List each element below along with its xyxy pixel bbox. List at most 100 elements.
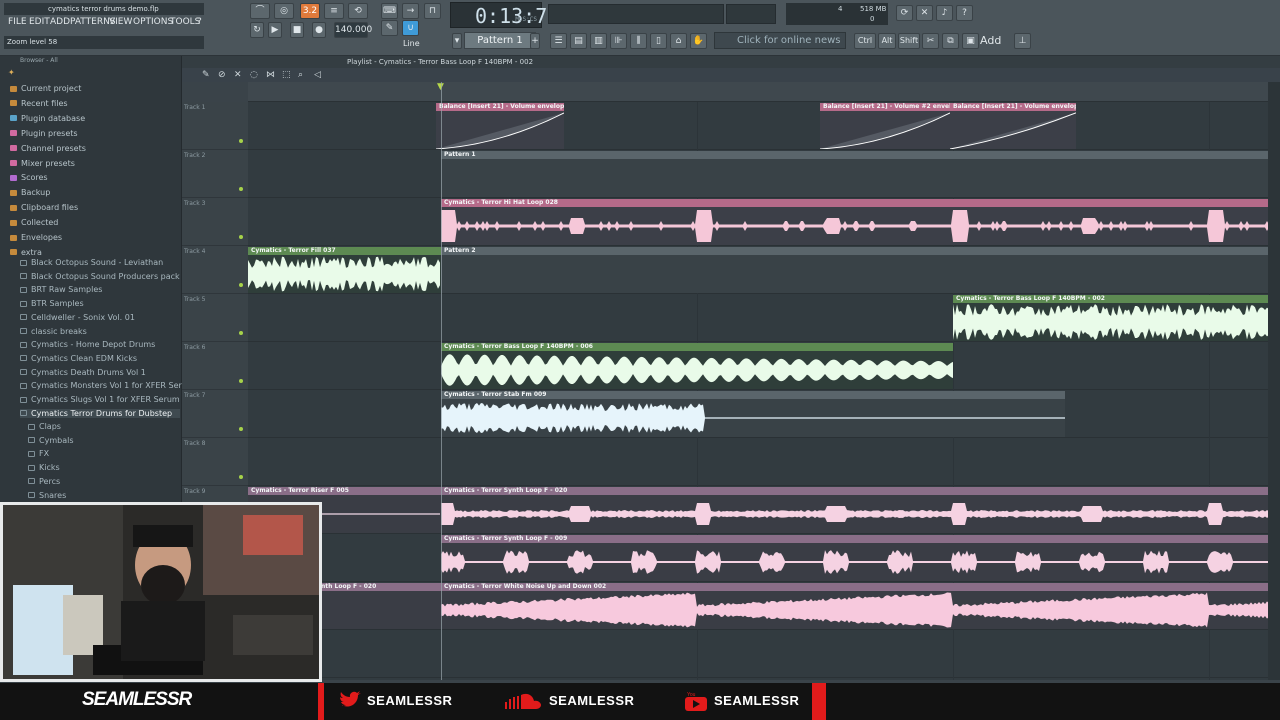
browser-item[interactable]: extra xyxy=(10,248,42,257)
browser-folder-item[interactable]: Black Octopus Sound - Leviathan xyxy=(20,258,163,267)
countdown-icon[interactable]: 3.2 xyxy=(300,3,320,19)
track-header[interactable]: Track 8 xyxy=(182,438,248,486)
browser-folder-item[interactable]: Celldweller - Sonix Vol. 01 xyxy=(20,313,135,322)
blend-icon[interactable]: ≡ xyxy=(324,3,344,19)
snap-select[interactable]: Line xyxy=(403,39,420,48)
clip-label[interactable]: Balance [Insert 21] - Volume envelope xyxy=(436,103,564,111)
browser-folder-item[interactable]: Cymatics - Home Depot Drums xyxy=(20,340,155,349)
wait-icon[interactable]: ◎ xyxy=(274,3,294,19)
browser-star-icon[interactable]: ✦ xyxy=(8,68,18,77)
playlist-clip[interactable]: Cymatics - Terror Stab Fm 009 xyxy=(441,391,1065,437)
playlist-clip[interactable]: Pattern 1 xyxy=(441,151,1268,197)
pattern-selector[interactable]: Pattern 1 xyxy=(464,32,536,49)
magnet-icon[interactable]: ∪ xyxy=(402,20,419,36)
browser-folder-item[interactable]: classic breaks xyxy=(20,327,87,336)
browser-folder-item[interactable]: BRT Raw Samples xyxy=(20,285,102,294)
save-icon[interactable]: ⊓ xyxy=(424,3,441,19)
menu-add[interactable]: ADD xyxy=(50,17,70,27)
menu-edit[interactable]: EDIT xyxy=(29,17,50,27)
shift-key[interactable]: Shift xyxy=(898,33,920,49)
track-header[interactable]: Track 4 xyxy=(182,246,248,294)
mic-icon[interactable]: ♪ xyxy=(936,5,953,21)
clip-label[interactable]: Cymatics - Terror Bass Loop F 140BPM - 0… xyxy=(441,343,953,351)
step-edit-icon[interactable]: → xyxy=(402,3,419,19)
browser-folder-item[interactable]: Black Octopus Sound Producers pack xyxy=(20,272,180,281)
menu-options[interactable]: OPTIONS xyxy=(133,17,173,27)
playlist-clip[interactable]: Pattern 2 xyxy=(441,247,1268,293)
clip-label[interactable]: Pattern 1 xyxy=(441,151,1268,159)
browser-item[interactable]: Collected xyxy=(10,218,58,227)
menu-help[interactable]: ? xyxy=(197,17,202,27)
browser-folder-item[interactable]: Cymatics Terror Drums for Dubstep xyxy=(20,408,180,418)
pencil-icon[interactable]: ✎ xyxy=(202,70,212,80)
clip-label[interactable]: Cymatics - Terror Synth Loop F - 020 xyxy=(441,487,1268,495)
playhead-marker-icon[interactable]: ▼ xyxy=(437,82,447,92)
piano-roll-icon[interactable]: ▤ xyxy=(570,33,587,49)
track-header[interactable]: Track 6 xyxy=(182,342,248,390)
soundcloud-handle[interactable]: SEAMLESSR xyxy=(549,693,634,708)
cut-icon[interactable]: ✂ xyxy=(922,33,939,49)
playlist-clip[interactable]: Balance [Insert 21] - Volume envelope xyxy=(950,103,1076,149)
loop-record-icon[interactable]: ⟲ xyxy=(348,3,368,19)
playlist-icon[interactable]: ☰ xyxy=(550,33,567,49)
playlist-clip[interactable]: Cymatics - Terror Synth Loop F - 009 xyxy=(441,535,1268,581)
browser-subfolder-item[interactable]: Kicks xyxy=(28,463,60,472)
pattern-song-toggle[interactable]: ↻ xyxy=(250,22,264,38)
clip-label[interactable]: Cymatics - Terror Riser F 005 xyxy=(248,487,441,495)
track-lane[interactable] xyxy=(248,438,1268,486)
reload-icon[interactable]: ⟳ xyxy=(896,5,913,21)
playlist-clip[interactable]: Balance [Insert 21] - Volume #2 envelope xyxy=(820,103,950,149)
record-button[interactable]: ● xyxy=(312,22,326,38)
track-active-indicator[interactable] xyxy=(239,283,243,287)
track-active-indicator[interactable] xyxy=(239,379,243,383)
browser-folder-item[interactable]: BTR Samples xyxy=(20,299,84,308)
playlist-clip[interactable]: Cymatics - Terror White Noise Up and Dow… xyxy=(441,583,1268,629)
browser-item[interactable]: Scores xyxy=(10,173,48,182)
delete-icon[interactable]: ✕ xyxy=(234,70,244,80)
select-icon[interactable]: ⬚ xyxy=(282,70,292,80)
snap-tool-icon[interactable]: ⊥ xyxy=(1014,33,1031,49)
browser-icon[interactable]: ▯ xyxy=(650,33,667,49)
playlist-lanes[interactable]: Balance [Insert 21] - Volume envelope Bal… xyxy=(248,102,1268,680)
plugin-picker-icon[interactable]: ⌂ xyxy=(670,33,687,49)
browser-subfolder-item[interactable]: Cymbals xyxy=(28,436,73,445)
playlist-clip[interactable]: nth Loop F - 020 xyxy=(318,583,441,629)
browser-item[interactable]: Current project xyxy=(10,84,81,93)
twitter-handle[interactable]: SEAMLESSR xyxy=(367,693,452,708)
mixer-icon[interactable]: ⊪ xyxy=(610,33,627,49)
track-active-indicator[interactable] xyxy=(239,331,243,335)
clip-label[interactable]: nth Loop F - 020 xyxy=(318,583,441,591)
mute-icon[interactable]: ◌ xyxy=(250,70,260,80)
clip-label[interactable]: Cymatics - Terror Stab Fm 009 xyxy=(441,391,1065,399)
browser-item[interactable]: Plugin database xyxy=(10,114,85,123)
browser-item[interactable]: Mixer presets xyxy=(10,159,75,168)
typing-keyboard-icon[interactable]: ⌨ xyxy=(381,3,398,19)
add-menu[interactable]: Add xyxy=(980,34,1001,47)
playlist-clip[interactable]: Cymatics - Terror Bass Loop F 140BPM - 0… xyxy=(953,295,1268,341)
playlist-clip[interactable]: Cymatics - Terror Hi Hat Loop 028 xyxy=(441,199,1268,245)
track-lane[interactable] xyxy=(248,630,1268,678)
clip-label[interactable]: Cymatics - Terror Fill 037 xyxy=(248,247,441,255)
browser-subfolder-item[interactable]: Percs xyxy=(28,477,60,486)
track-header[interactable]: Track 7 xyxy=(182,390,248,438)
touch-icon[interactable]: ✋ xyxy=(690,33,707,49)
tempo-display[interactable]: 140.000 xyxy=(334,22,372,38)
clip-label[interactable]: Cymatics - Terror Bass Loop F 140BPM - 0… xyxy=(953,295,1268,303)
settings-icon[interactable]: ✕ xyxy=(916,5,933,21)
playlist-clip[interactable]: Cymatics - Terror Synth Loop F - 020 xyxy=(441,487,1268,533)
mixer-faders-icon[interactable]: ⫼ xyxy=(630,33,647,49)
browser-subfolder-item[interactable]: Claps xyxy=(28,422,61,431)
brush-icon[interactable]: ⊘ xyxy=(218,70,228,80)
playlist-clip[interactable]: Balance [Insert 21] - Volume envelope xyxy=(436,103,564,149)
vertical-scrollbar[interactable] xyxy=(1268,82,1280,680)
online-news[interactable]: Click for online news xyxy=(714,32,846,49)
track-active-indicator[interactable] xyxy=(239,139,243,143)
youtube-handle[interactable]: SEAMLESSR xyxy=(714,693,799,708)
playback-icon[interactable]: ◁ xyxy=(314,70,324,80)
draw-icon[interactable]: ✎ xyxy=(381,20,398,36)
ctrl-key[interactable]: Ctrl xyxy=(854,33,876,49)
browser-folder-item[interactable]: Cymatics Slugs Vol 1 for XFER Serum xyxy=(20,395,180,404)
track-lane[interactable] xyxy=(248,102,1268,150)
clip-label[interactable]: Cymatics - Terror Synth Loop F - 009 xyxy=(441,535,1268,543)
clip-label[interactable]: Cymatics - Terror White Noise Up and Dow… xyxy=(441,583,1268,591)
